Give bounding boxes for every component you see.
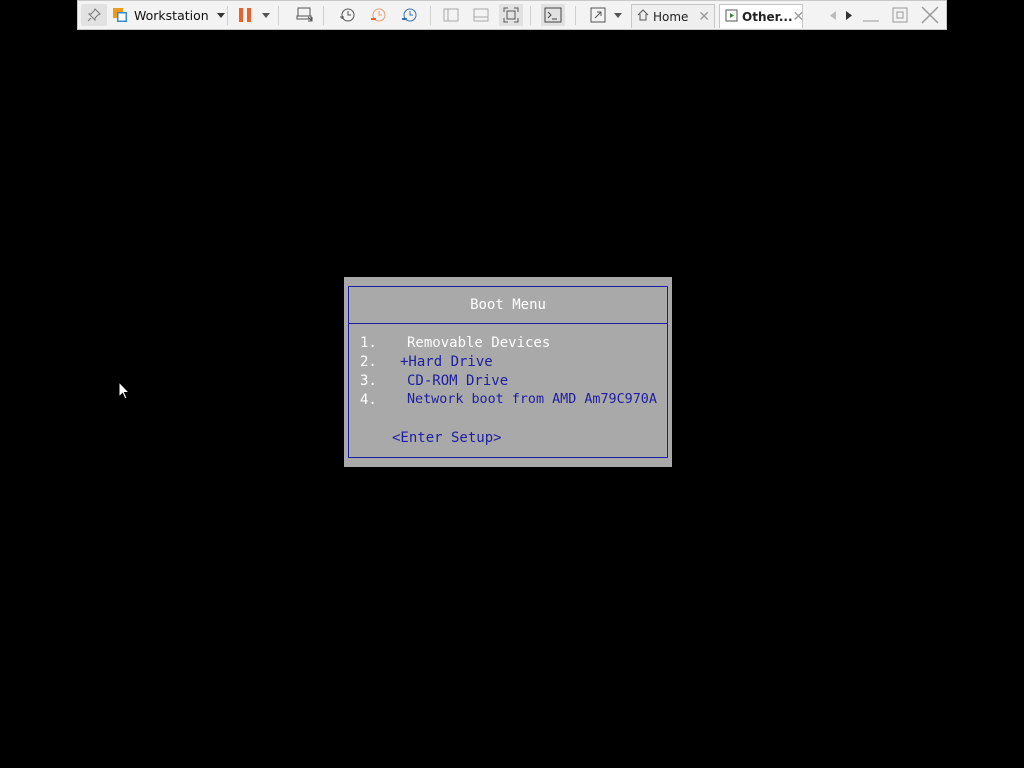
vm-icon (725, 9, 738, 25)
tab-home-label: Home (653, 9, 689, 24)
workstation-menu[interactable]: Workstation (134, 4, 225, 26)
restore-icon[interactable] (889, 4, 911, 26)
boot-option-label: CD-ROM Drive (407, 373, 509, 389)
snapshot-take-icon[interactable] (336, 4, 358, 26)
boot-option-number: 1. (360, 335, 377, 351)
toolbar-divider (227, 6, 228, 25)
boot-option-label: Network boot from AMD Am79C970A (407, 392, 657, 407)
tab-other-vm[interactable]: Other... ✕ (719, 4, 805, 28)
vmware-toolbar: Workstation Home ✕ Other... ✕ (77, 0, 947, 30)
stretch-guest-icon[interactable] (587, 4, 609, 26)
toolbar-divider (278, 6, 279, 25)
toolbar-divider (575, 6, 576, 25)
home-icon (637, 9, 649, 24)
tab-other-vm-label: Other... (742, 9, 793, 24)
show-library-icon[interactable] (440, 4, 462, 26)
toolbar-divider (323, 6, 324, 25)
power-options-chevron-icon[interactable] (259, 4, 273, 26)
scroll-tabs-left-icon[interactable] (827, 4, 839, 26)
snapshot-manager-icon[interactable] (398, 4, 420, 26)
close-window-icon[interactable] (919, 4, 941, 26)
boot-option-number: 3. (360, 373, 377, 389)
workstation-logo-icon (111, 4, 129, 26)
enter-setup-option[interactable]: <Enter Setup> (392, 430, 502, 446)
boot-menu-title: Boot Menu (349, 287, 667, 324)
workstation-label: Workstation (134, 7, 209, 23)
scroll-tabs-right-icon[interactable] (843, 4, 855, 26)
boot-menu-frame: Boot Menu 1. Removable Devices 2. +Hard … (348, 286, 668, 458)
chevron-down-icon (216, 12, 225, 18)
boot-option-label: +Hard Drive (400, 354, 493, 370)
boot-option-number: 4. (360, 392, 377, 408)
boot-option-number: 2. (360, 354, 377, 370)
stretch-options-chevron-icon[interactable] (612, 4, 624, 26)
toolbar-divider (430, 6, 431, 25)
close-icon[interactable]: ✕ (793, 9, 805, 25)
toolbar-divider (530, 6, 531, 25)
show-thumbnail-bar-icon[interactable] (470, 4, 492, 26)
tab-home[interactable]: Home ✕ (631, 4, 715, 28)
console-view-icon[interactable] (541, 4, 565, 26)
boot-option-label: Removable Devices (407, 335, 551, 351)
view-full-screen-icon[interactable] (499, 4, 523, 26)
minimize-icon[interactable] (860, 4, 882, 26)
send-ctrl-alt-del-icon[interactable] (294, 4, 316, 26)
mouse-cursor-icon (118, 380, 131, 405)
pause-button[interactable] (234, 4, 256, 26)
close-icon[interactable]: ✕ (698, 9, 710, 25)
boot-menu-dialog: Boot Menu 1. Removable Devices 2. +Hard … (344, 277, 672, 467)
snapshot-revert-icon[interactable] (367, 4, 389, 26)
pin-icon[interactable] (81, 4, 107, 26)
